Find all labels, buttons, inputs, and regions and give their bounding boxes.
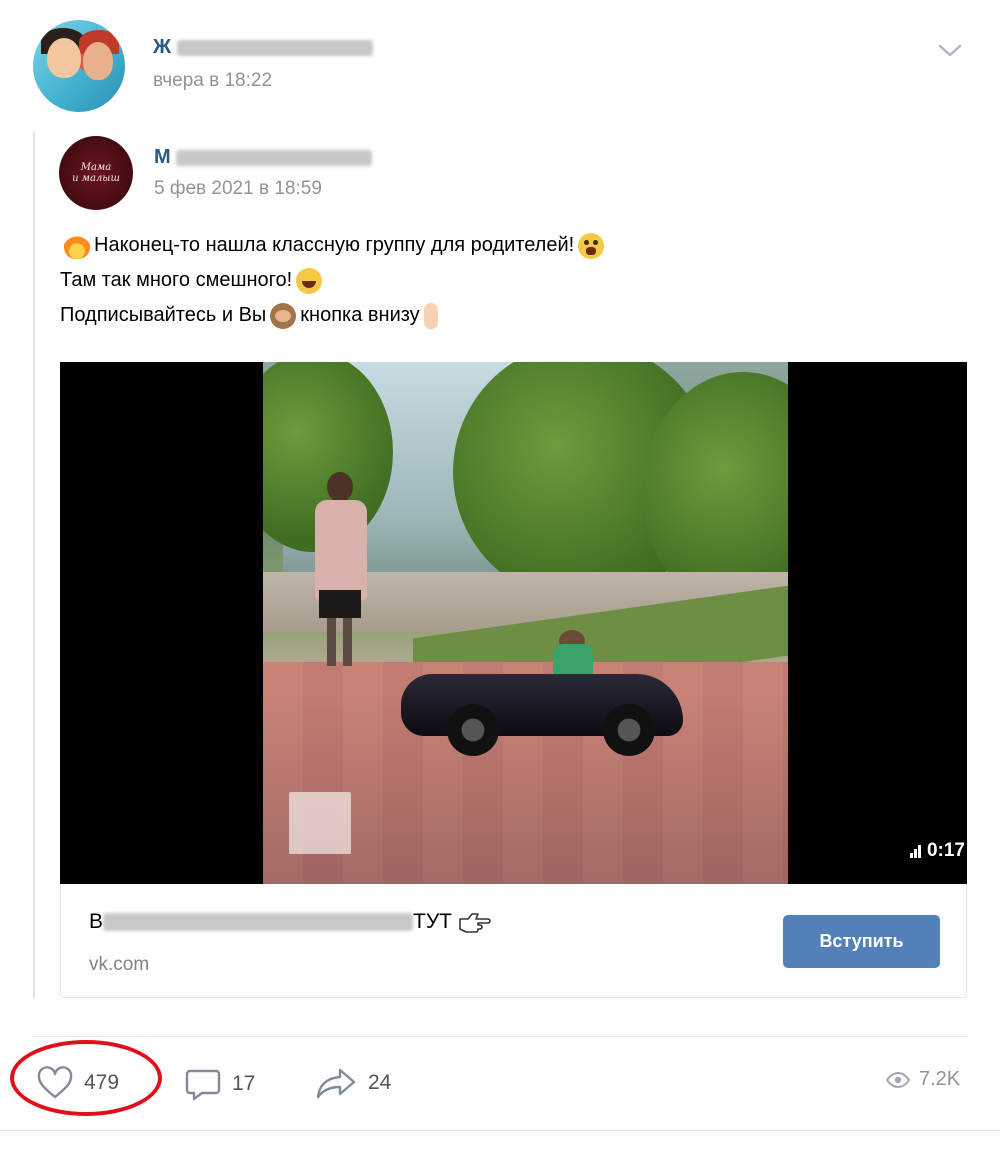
post-actions: 479 17 24 7.2K — [0, 1050, 1000, 1120]
redacted-title — [103, 913, 414, 931]
comment-count: 17 — [232, 1072, 256, 1095]
post-text: Наконец-то нашла классную группу для род… — [60, 228, 960, 333]
link-title-end: ТУТ — [413, 910, 453, 933]
avatar-logo-text: и малыш — [72, 173, 120, 184]
views-count: 7.2K — [919, 1068, 961, 1090]
repost-indicator-line — [33, 132, 35, 998]
link-card[interactable]: В ТУТ vk.com Вступить — [60, 884, 967, 998]
share-count: 24 — [368, 1071, 392, 1094]
repost-author-avatar[interactable]: Мама и малыш — [59, 136, 133, 210]
outer-post-time[interactable]: вчера в 18:22 — [153, 70, 272, 92]
share-button[interactable]: 24 — [314, 1066, 391, 1100]
post-text-line: Подписывайтесь и Вы кнопка внизу — [60, 298, 960, 333]
like-count: 479 — [84, 1071, 120, 1094]
join-button[interactable]: Вступить — [783, 915, 940, 968]
repost-author-name-text: М — [154, 146, 171, 168]
chevron-down-icon[interactable] — [936, 40, 964, 60]
link-domain: vk.com — [89, 954, 150, 975]
like-button[interactable]: 479 — [36, 1066, 119, 1100]
thumbnail-watermark — [289, 792, 351, 854]
post-text-line-content: кнопка внизу — [300, 304, 420, 326]
comment-icon — [185, 1069, 221, 1101]
views-counter: 7.2K — [885, 1068, 960, 1091]
divider — [0, 1130, 1000, 1131]
divider — [33, 1036, 967, 1037]
share-icon — [316, 1068, 356, 1099]
thumbnail-decor — [311, 472, 369, 672]
post-text-line: Наконец-то нашла классную группу для род… — [60, 228, 960, 263]
pointing-right-icon — [459, 913, 491, 933]
fire-icon — [64, 232, 90, 259]
avatar-decor — [83, 42, 113, 80]
eye-icon — [885, 1071, 911, 1088]
video-player[interactable]: 0:17 — [60, 362, 967, 884]
avatar-logo-text: Мама — [80, 162, 112, 173]
outer-author-name-text: Ж — [153, 36, 172, 58]
scream-icon — [578, 232, 605, 259]
see-no-evil-monkey-icon — [270, 302, 297, 329]
repost-time[interactable]: 5 фев 2021 в 18:59 — [154, 178, 322, 200]
link-title[interactable]: В ТУТ — [89, 910, 492, 934]
signal-bars-icon — [909, 844, 921, 858]
post-text-line-content: Там так много смешного! — [60, 269, 293, 291]
laugh-icon — [296, 267, 323, 294]
link-title-start: В — [89, 910, 104, 933]
comment-button[interactable]: 17 — [184, 1066, 255, 1102]
video-thumbnail — [263, 362, 788, 884]
post-text-line-content: Наконец-то нашла классную группу для род… — [94, 234, 575, 256]
redacted-name — [176, 39, 373, 56]
heart-icon — [37, 1066, 73, 1099]
outer-author-avatar[interactable] — [33, 20, 125, 112]
video-duration: 0:17 — [909, 840, 965, 862]
post-text-line-content: Подписывайтесь и Вы — [60, 304, 267, 326]
video-duration-text: 0:17 — [926, 840, 965, 861]
pointing-down-icon — [423, 302, 438, 329]
post-text-line: Там так много смешного! — [60, 263, 960, 298]
outer-author-name[interactable]: Ж — [153, 36, 373, 59]
redacted-name — [176, 149, 373, 166]
avatar-decor — [47, 38, 81, 78]
repost-author-name[interactable]: М — [154, 146, 373, 169]
thumbnail-decor — [401, 630, 683, 756]
